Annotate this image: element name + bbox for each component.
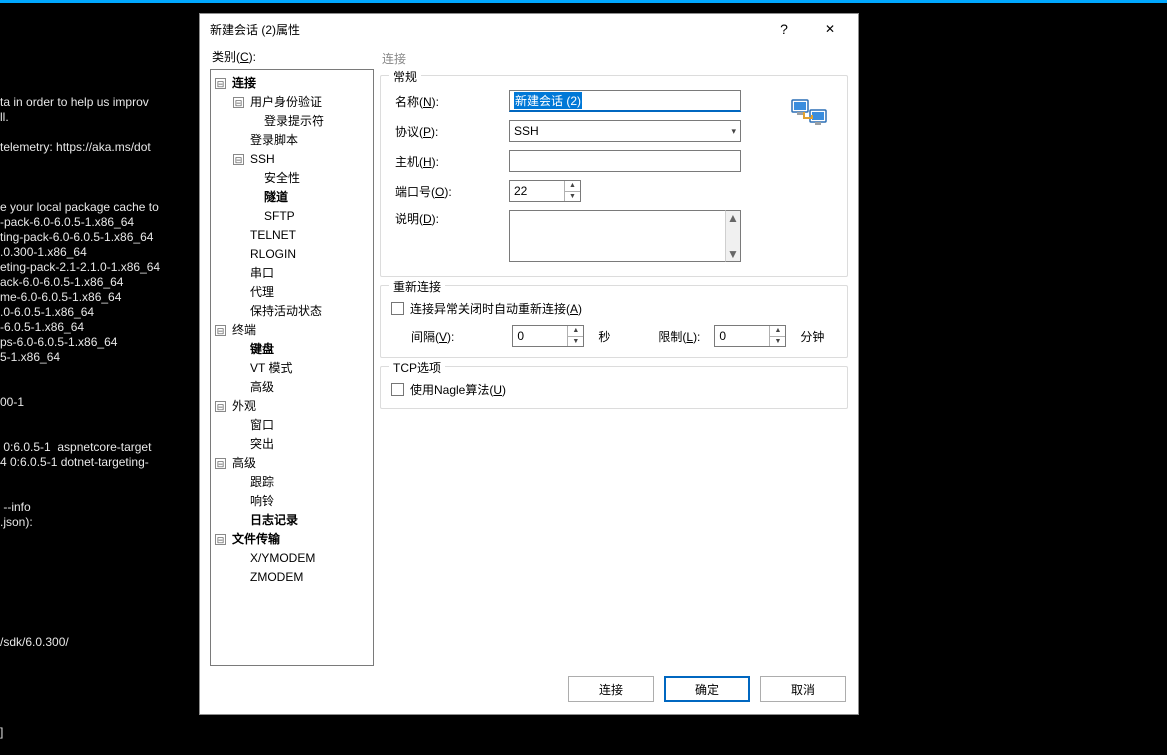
collapse-icon[interactable]: ⊟ [233,154,244,165]
name-input[interactable]: 新建会话 (2) [509,90,741,112]
name-label: 名称(N): [391,93,501,110]
tree-node-vt[interactable]: VT 模式 [231,359,371,378]
tree-node-trace[interactable]: 跟踪 [231,473,371,492]
tree-node-advanced1[interactable]: 高级 [231,378,371,397]
help-button[interactable]: ? [764,15,804,43]
tree-node-bell[interactable]: 响铃 [231,492,371,511]
tree-node-sftp[interactable]: SFTP [245,207,371,226]
desc-label: 说明(D): [391,210,501,227]
category-label: 类别(C): [210,48,374,69]
group-general-legend: 常规 [389,68,421,85]
limit-label: 限制(L): [658,328,700,345]
tree-node-keyboard[interactable]: 键盘 [231,340,371,359]
tree-node-proxy[interactable]: 代理 [231,283,371,302]
tree-node-xymodem[interactable]: X/YMODEM [231,549,371,568]
window-accent-bar [0,0,1167,3]
protocol-select[interactable]: SSH ▾ [509,120,741,142]
dialog-button-row: 连接 确定 取消 [200,666,858,714]
interval-label: 间隔(V): [411,328,454,345]
protocol-label: 协议(P): [391,123,501,140]
group-reconnect-legend: 重新连接 [389,278,445,295]
tree-node-serial[interactable]: 串口 [231,264,371,283]
spin-down-icon[interactable]: ▼ [770,337,785,347]
interval-unit: 秒 [598,328,610,345]
collapse-icon[interactable]: ⊟ [215,78,226,89]
group-general: 常规 名称(N): 新建会话 (2) 协议(P [380,75,848,277]
tree-node-connection[interactable]: ⊟连接 [213,74,371,93]
limit-unit: 分钟 [800,328,824,345]
tree-node-window[interactable]: 窗口 [231,416,371,435]
interval-input[interactable]: ▲▼ [512,325,584,347]
port-input[interactable]: ▲▼ [509,180,581,202]
autoreconnect-checkbox[interactable] [391,302,404,315]
limit-input[interactable]: ▲▼ [714,325,786,347]
tree-node-logging[interactable]: 日志记录 [231,511,371,530]
group-reconnect: 重新连接 连接异常关闭时自动重新连接(A) 间隔(V): ▲▼ 秒 [380,285,848,358]
desc-input[interactable] [509,210,725,262]
host-label: 主机(H): [391,153,501,170]
host-input[interactable] [509,150,741,172]
spin-down-icon[interactable]: ▼ [565,192,580,202]
tree-node-security[interactable]: 安全性 [245,169,371,188]
tree-node-appearance[interactable]: ⊟外观 [213,397,371,416]
collapse-icon[interactable]: ⊟ [233,97,244,108]
tree-node-login-prompt[interactable]: 登录提示符 [245,112,371,131]
autoreconnect-label: 连接异常关闭时自动重新连接(A) [410,300,582,317]
spin-up-icon[interactable]: ▲ [568,326,583,337]
spin-down-icon[interactable]: ▼ [568,337,583,347]
tree-node-login-script[interactable]: 登录脚本 [231,131,371,150]
tree-node-advanced[interactable]: ⊟高级 [213,454,371,473]
tree-node-keepalive[interactable]: 保持活动状态 [231,302,371,321]
nagle-checkbox[interactable] [391,383,404,396]
collapse-icon[interactable]: ⊟ [215,325,226,336]
tree-node-highlight[interactable]: 突出 [231,435,371,454]
dialog-title: 新建会话 (2)属性 [210,21,758,38]
nagle-label: 使用Nagle算法(U) [410,381,506,398]
breadcrumb: 连接 [380,48,848,67]
tree-node-rlogin[interactable]: RLOGIN [231,245,371,264]
collapse-icon[interactable]: ⊟ [215,401,226,412]
scrollbar[interactable]: ▲▼ [725,210,741,262]
close-button[interactable]: ✕ [810,15,850,43]
dialog-titlebar[interactable]: 新建会话 (2)属性 ? ✕ [200,14,858,44]
connection-icon [791,94,827,128]
chevron-down-icon: ▾ [731,126,736,137]
tree-node-ssh[interactable]: ⊟SSH [231,150,371,169]
collapse-icon[interactable]: ⊟ [215,458,226,469]
tree-node-tunnel[interactable]: 隧道 [245,188,371,207]
ok-button[interactable]: 确定 [664,676,750,702]
tree-node-auth[interactable]: ⊟用户身份验证 [231,93,371,112]
group-tcp-legend: TCP选项 [389,359,445,376]
spin-up-icon[interactable]: ▲ [565,181,580,192]
tree-node-telnet[interactable]: TELNET [231,226,371,245]
cancel-button[interactable]: 取消 [760,676,846,702]
collapse-icon[interactable]: ⊟ [215,534,226,545]
category-tree[interactable]: ⊟连接 ⊟用户身份验证 登录提示符 登录脚本 ⊟SSH 安全性 [210,69,374,666]
tree-node-filetransfer[interactable]: ⊟文件传输 [213,530,371,549]
port-label: 端口号(O): [391,183,501,200]
session-properties-dialog: 新建会话 (2)属性 ? ✕ 类别(C): ⊟连接 ⊟用户身份验证 登录提示符 … [199,13,859,715]
spin-up-icon[interactable]: ▲ [770,326,785,337]
connect-button[interactable]: 连接 [568,676,654,702]
group-tcp: TCP选项 使用Nagle算法(U) [380,366,848,409]
tree-node-zmodem[interactable]: ZMODEM [231,568,371,587]
tree-node-terminal[interactable]: ⊟终端 [213,321,371,340]
